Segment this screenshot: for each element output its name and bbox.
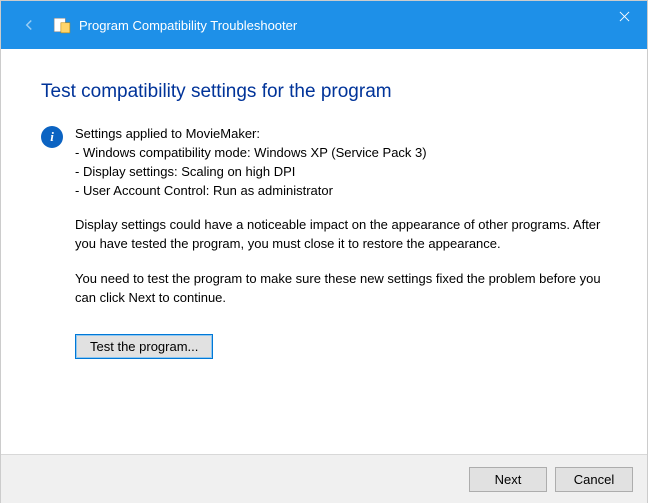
footer: Next Cancel xyxy=(1,454,647,503)
cancel-button[interactable]: Cancel xyxy=(555,467,633,492)
body-text: Settings applied to MovieMaker: - Window… xyxy=(75,125,607,359)
setting-compat-mode: - Windows compatibility mode: Windows XP… xyxy=(75,144,607,163)
test-program-button[interactable]: Test the program... xyxy=(75,334,213,359)
settings-intro: Settings applied to MovieMaker: xyxy=(75,125,607,144)
display-warning-text: Display settings could have a noticeable… xyxy=(75,216,607,254)
window-title: Program Compatibility Troubleshooter xyxy=(79,18,297,33)
content-area: Test compatibility settings for the prog… xyxy=(1,49,647,454)
close-button[interactable] xyxy=(601,1,647,31)
page-heading: Test compatibility settings for the prog… xyxy=(41,81,607,103)
test-instruction-text: You need to test the program to make sur… xyxy=(75,270,607,308)
setting-uac: - User Account Control: Run as administr… xyxy=(75,182,607,201)
info-icon: i xyxy=(41,126,63,148)
back-button xyxy=(15,11,43,39)
app-icon xyxy=(53,16,71,34)
next-button[interactable]: Next xyxy=(469,467,547,492)
titlebar: Program Compatibility Troubleshooter xyxy=(1,1,647,49)
setting-display: - Display settings: Scaling on high DPI xyxy=(75,163,607,182)
